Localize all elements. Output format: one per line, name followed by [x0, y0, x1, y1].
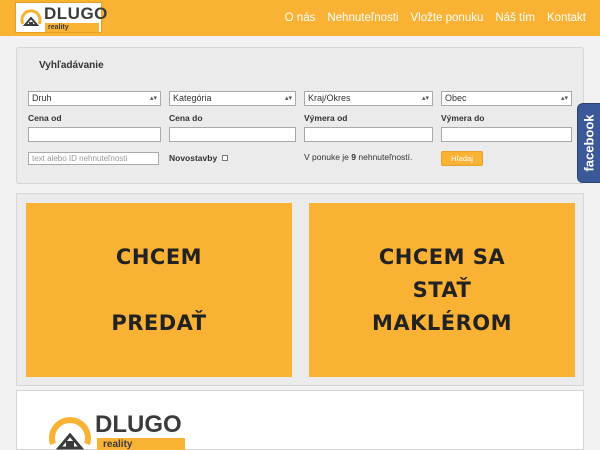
- type-select-value: Druh: [32, 93, 52, 103]
- category-select[interactable]: Kategória ▴▾: [169, 91, 296, 106]
- search-title: Vyhľadávanie: [39, 60, 104, 71]
- agent-tile-line2: STAŤ: [412, 277, 472, 302]
- nav-item-team[interactable]: Náš tím: [489, 12, 541, 24]
- logo-subtitle: reality: [45, 23, 99, 32]
- sell-tile-line2: PREDAŤ: [111, 310, 207, 335]
- price-to-label: Cena do: [169, 113, 203, 123]
- new-builds-checkbox[interactable]: [222, 155, 228, 161]
- facebook-side-tab[interactable]: facebook: [577, 103, 600, 183]
- agent-tile-line1: CHCEM SA: [378, 244, 506, 269]
- facebook-label: facebook: [581, 114, 597, 172]
- select-arrow-icon: ▴▾: [149, 95, 157, 102]
- footer-logo-subtitle: reality: [97, 438, 185, 450]
- search-panel: Vyhľadávanie Druh ▴▾ Kategória ▴▾ Kraj/O…: [16, 47, 584, 184]
- agent-tile-line3: MAKLÉROM: [371, 310, 513, 335]
- sell-tile-line1: CHCEM: [115, 244, 203, 269]
- area-from-input[interactable]: [304, 127, 433, 142]
- footer-logo[interactable]: DLUGO reality: [45, 406, 205, 450]
- logo-text: DLUGO: [44, 4, 108, 23]
- keyword-search-input[interactable]: text alebo ID nehnuteľnosti: [28, 152, 159, 165]
- nav-item-properties[interactable]: Nehnuteľnosti: [321, 12, 404, 24]
- town-select[interactable]: Obec ▴▾: [441, 91, 572, 106]
- price-from-input[interactable]: [28, 127, 161, 142]
- type-select[interactable]: Druh ▴▾: [28, 91, 161, 106]
- footer-brand-section: DLUGO reality: [16, 390, 584, 450]
- area-from-label: Výmera od: [304, 113, 348, 123]
- area-to-input[interactable]: [441, 127, 572, 142]
- main-menu: O nás Nehnuteľnosti Vložte ponuku Náš tí…: [279, 0, 592, 36]
- nav-item-about[interactable]: O nás: [279, 12, 322, 24]
- footer-logo-house-icon: [49, 417, 91, 450]
- offer-count: 9: [351, 152, 357, 162]
- footer-logo-text: DLUGO: [95, 411, 182, 438]
- become-agent-tile[interactable]: CHCEM SA STAŤ MAKLÉROM: [309, 203, 575, 377]
- area-to-label: Výmera do: [441, 113, 485, 123]
- nav-item-contact[interactable]: Kontakt: [541, 12, 592, 24]
- price-to-input[interactable]: [169, 127, 296, 142]
- region-select[interactable]: Kraj/Okres ▴▾: [304, 91, 433, 106]
- price-from-label: Cena od: [28, 113, 62, 123]
- sell-property-tile[interactable]: CHCEM PREDAŤ: [26, 203, 292, 377]
- new-builds-label: Novostavby: [169, 153, 218, 163]
- town-select-value: Obec: [445, 93, 467, 103]
- top-navigation-bar: DLUGO reality O nás Nehnuteľnosti Vložte…: [0, 0, 600, 36]
- region-select-value: Kraj/Okres: [308, 93, 351, 103]
- cta-tiles-section: CHCEM PREDAŤ CHCEM SA STAŤ MAKLÉROM: [16, 193, 584, 386]
- select-arrow-icon: ▴▾: [421, 95, 429, 102]
- offer-count-text: V ponuke je 9 nehnuteľností.: [304, 152, 413, 162]
- category-select-value: Kategória: [173, 93, 212, 103]
- select-arrow-icon: ▴▾: [560, 95, 568, 102]
- logo-house-icon: [20, 9, 42, 26]
- search-button[interactable]: Hľadaj: [441, 151, 483, 166]
- select-arrow-icon: ▴▾: [284, 95, 292, 102]
- header-logo[interactable]: DLUGO reality: [15, 2, 107, 33]
- nav-item-submit-offer[interactable]: Vložte ponuku: [404, 12, 489, 24]
